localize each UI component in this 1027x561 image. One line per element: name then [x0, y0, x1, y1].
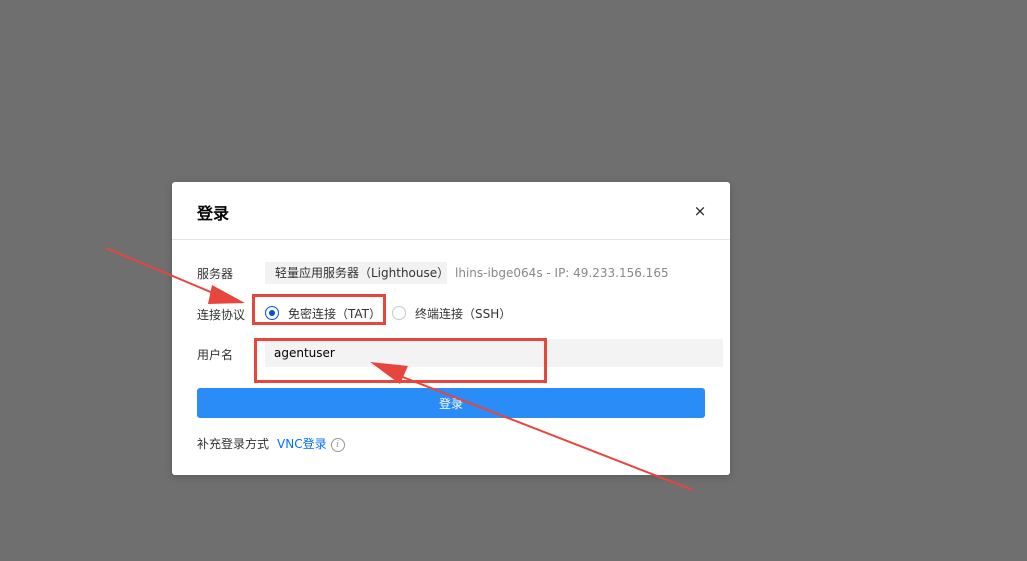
- extra-login-label: 补充登录方式: [197, 437, 270, 451]
- radio-checked-icon: [265, 306, 279, 320]
- server-label: 服务器: [197, 267, 234, 281]
- info-icon[interactable]: i: [330, 437, 345, 452]
- dialog-title: 登录: [197, 204, 230, 223]
- close-icon[interactable]: ×: [692, 203, 708, 219]
- protocol-label: 连接协议: [197, 308, 246, 322]
- login-button[interactable]: 登录: [197, 388, 705, 418]
- dialog-header: 登录 ×: [172, 182, 730, 240]
- login-dialog: 登录 × 服务器 轻量应用服务器（Lighthouse） lhins-ibge0…: [172, 182, 730, 475]
- radio-option-ssh-label: 终端连接（SSH）: [415, 307, 512, 321]
- vnc-login-link[interactable]: VNC登录: [277, 437, 327, 451]
- radio-option-tat-label: 免密连接（TAT）: [288, 307, 382, 321]
- radio-unchecked-icon: [392, 306, 406, 320]
- server-name-tag: 轻量应用服务器（Lighthouse）: [265, 262, 449, 284]
- username-label: 用户名: [197, 348, 234, 362]
- server-info: lhins-ibge064s - IP: 49.233.156.165: [455, 266, 669, 280]
- username-input[interactable]: [265, 339, 723, 367]
- extra-login-row: 补充登录方式 VNC登录 i: [197, 434, 345, 454]
